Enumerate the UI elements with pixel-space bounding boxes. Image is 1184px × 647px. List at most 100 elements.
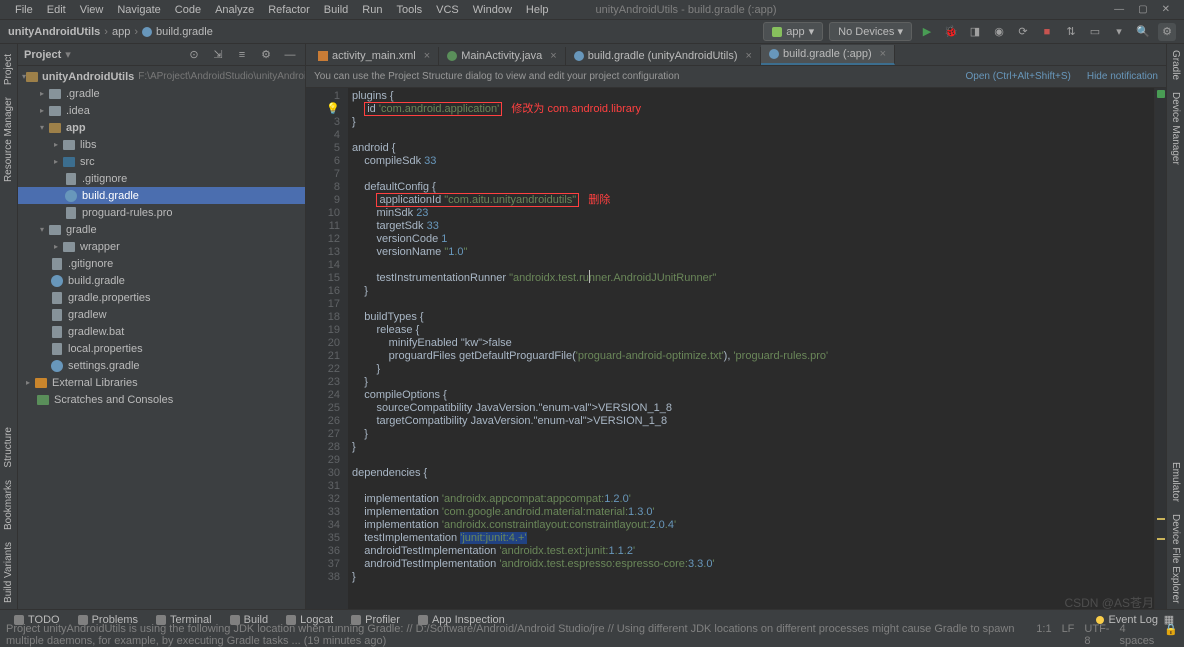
menu-vcs[interactable]: VCS bbox=[429, 2, 466, 18]
tab-main-activity[interactable]: MainActivity.java× bbox=[439, 47, 566, 65]
emulator-tab[interactable]: Emulator bbox=[1170, 456, 1181, 508]
menu-run[interactable]: Run bbox=[355, 2, 389, 18]
tree-src[interactable]: ▸src bbox=[18, 153, 305, 170]
tree-proguard[interactable]: proguard-rules.pro bbox=[18, 204, 305, 221]
tab-build-gradle-root[interactable]: build.gradle (unityAndroidUtils)× bbox=[566, 47, 761, 65]
tree-build-gradle-app[interactable]: build.gradle bbox=[18, 187, 305, 204]
tree-build-gradle-root[interactable]: build.gradle bbox=[18, 272, 305, 289]
tree-root[interactable]: ▾unityAndroidUtilsF:\AProject\AndroidStu… bbox=[18, 68, 305, 85]
project-panel-title[interactable]: Project bbox=[24, 49, 61, 61]
project-tool-tab[interactable]: Project bbox=[3, 48, 14, 91]
editor-notification: You can use the Project Structure dialog… bbox=[306, 66, 1166, 88]
code-content[interactable]: plugins { id 'com.android.application' 修… bbox=[348, 88, 1154, 609]
device-file-explorer-tab[interactable]: Device File Explorer bbox=[1170, 508, 1181, 609]
menu-edit[interactable]: Edit bbox=[40, 2, 73, 18]
menu-navigate[interactable]: Navigate bbox=[110, 2, 167, 18]
select-opened-icon[interactable]: ⊙ bbox=[185, 46, 203, 64]
close-icon[interactable]: × bbox=[880, 48, 886, 60]
tree-settings-gradle[interactable]: settings.gradle bbox=[18, 357, 305, 374]
chevron-right-icon: › bbox=[104, 26, 108, 38]
warning-mark[interactable] bbox=[1157, 538, 1165, 540]
indent-config[interactable]: 4 spaces bbox=[1119, 623, 1154, 647]
line-separator[interactable]: LF bbox=[1062, 623, 1075, 647]
close-icon[interactable]: × bbox=[550, 50, 556, 62]
collapse-icon[interactable]: ≡ bbox=[233, 46, 251, 64]
tree-gradlew[interactable]: gradlew bbox=[18, 306, 305, 323]
tree-gitignore-root[interactable]: .gitignore bbox=[18, 255, 305, 272]
tree-gradlew-bat[interactable]: gradlew.bat bbox=[18, 323, 305, 340]
tree-idea[interactable]: ▸.idea bbox=[18, 102, 305, 119]
breadcrumb-file[interactable]: build.gradle bbox=[156, 26, 213, 38]
device-manager-tab[interactable]: Device Manager bbox=[1170, 86, 1181, 171]
gradle-icon bbox=[769, 49, 779, 59]
menu-tools[interactable]: Tools bbox=[389, 2, 429, 18]
close-icon[interactable]: ✕ bbox=[1162, 4, 1170, 15]
error-stripe[interactable] bbox=[1154, 88, 1166, 609]
menu-help[interactable]: Help bbox=[519, 2, 556, 18]
file-encoding[interactable]: UTF-8 bbox=[1084, 623, 1109, 647]
coverage-button[interactable]: ◨ bbox=[966, 23, 984, 41]
bookmarks-tab[interactable]: Bookmarks bbox=[3, 474, 14, 536]
tab-build-gradle-app[interactable]: build.gradle (:app)× bbox=[761, 45, 895, 65]
structure-tab[interactable]: Structure bbox=[3, 421, 14, 474]
tree-app[interactable]: ▾app bbox=[18, 119, 305, 136]
tree-gradle-folder[interactable]: ▾gradle bbox=[18, 221, 305, 238]
window-controls: — ▢ ✕ bbox=[1114, 4, 1170, 15]
breadcrumb-app[interactable]: app bbox=[112, 26, 130, 38]
tree-scratches[interactable]: Scratches and Consoles bbox=[18, 391, 305, 408]
tree-gradle-properties[interactable]: gradle.properties bbox=[18, 289, 305, 306]
chevron-down-icon[interactable]: ▾ bbox=[61, 48, 71, 61]
breadcrumb-root[interactable]: unityAndroidUtils bbox=[8, 26, 100, 38]
notification-hide-link[interactable]: Hide notification bbox=[1087, 71, 1158, 82]
text-caret bbox=[589, 270, 590, 283]
build-variants-tab[interactable]: Build Variants bbox=[3, 536, 14, 609]
chevron-down-icon: ▾ bbox=[809, 25, 815, 38]
java-icon bbox=[447, 51, 457, 61]
editor-area: activity_main.xml× MainActivity.java× bu… bbox=[306, 44, 1166, 609]
tree-libs[interactable]: ▸libs bbox=[18, 136, 305, 153]
tree-external-libs[interactable]: ▸External Libraries bbox=[18, 374, 305, 391]
menu-analyze[interactable]: Analyze bbox=[208, 2, 261, 18]
warning-mark[interactable] bbox=[1157, 518, 1165, 520]
tree-gitignore-app[interactable]: .gitignore bbox=[18, 170, 305, 187]
sync-button[interactable]: ⇅ bbox=[1062, 23, 1080, 41]
run-button[interactable]: ▶ bbox=[918, 23, 936, 41]
avd-button[interactable]: ▭ bbox=[1086, 23, 1104, 41]
tree-wrapper[interactable]: ▸wrapper bbox=[18, 238, 305, 255]
device-combo[interactable]: No Devices ▾ bbox=[829, 22, 912, 41]
search-icon[interactable]: 🔍 bbox=[1134, 23, 1152, 41]
debug-button[interactable]: 🐞 bbox=[942, 23, 960, 41]
project-tree[interactable]: ▾unityAndroidUtilsF:\AProject\AndroidStu… bbox=[18, 66, 305, 609]
code-editor[interactable]: 1💡34567891011121314151617181920212223242… bbox=[306, 88, 1166, 609]
gradle-icon bbox=[574, 51, 584, 61]
menu-code[interactable]: Code bbox=[168, 2, 208, 18]
run-config-combo[interactable]: app▾ bbox=[763, 22, 823, 41]
menu-refactor[interactable]: Refactor bbox=[261, 2, 317, 18]
expand-all-icon[interactable]: ⇲ bbox=[209, 46, 227, 64]
hide-icon[interactable]: — bbox=[281, 46, 299, 64]
sdk-button[interactable]: ▾ bbox=[1110, 23, 1128, 41]
status-message: Project unityAndroidUtils is using the f… bbox=[6, 623, 1036, 647]
caret-position[interactable]: 1:1 bbox=[1036, 623, 1051, 647]
menu-view[interactable]: View bbox=[73, 2, 111, 18]
tree-local-properties[interactable]: local.properties bbox=[18, 340, 305, 357]
gear-icon[interactable]: ⚙ bbox=[257, 46, 275, 64]
close-icon[interactable]: × bbox=[424, 50, 430, 62]
xml-icon bbox=[318, 51, 328, 61]
minimize-icon[interactable]: — bbox=[1114, 4, 1124, 15]
close-icon[interactable]: × bbox=[746, 50, 752, 62]
maximize-icon[interactable]: ▢ bbox=[1138, 4, 1147, 15]
resource-manager-tab[interactable]: Resource Manager bbox=[3, 91, 14, 188]
gradle-tab[interactable]: Gradle bbox=[1170, 44, 1181, 86]
profiler-button[interactable]: ◉ bbox=[990, 23, 1008, 41]
tab-activity-main[interactable]: activity_main.xml× bbox=[310, 47, 439, 65]
menu-window[interactable]: Window bbox=[466, 2, 519, 18]
lock-icon[interactable]: 🔒 bbox=[1164, 623, 1178, 647]
attach-button[interactable]: ⟳ bbox=[1014, 23, 1032, 41]
stop-button[interactable]: ■ bbox=[1038, 23, 1056, 41]
notification-open-link[interactable]: Open (Ctrl+Alt+Shift+S) bbox=[966, 71, 1071, 82]
tree-gradle-cache[interactable]: ▸.gradle bbox=[18, 85, 305, 102]
settings-icon[interactable]: ⚙ bbox=[1158, 23, 1176, 41]
menu-build[interactable]: Build bbox=[317, 2, 355, 18]
menu-file[interactable]: File bbox=[8, 2, 40, 18]
